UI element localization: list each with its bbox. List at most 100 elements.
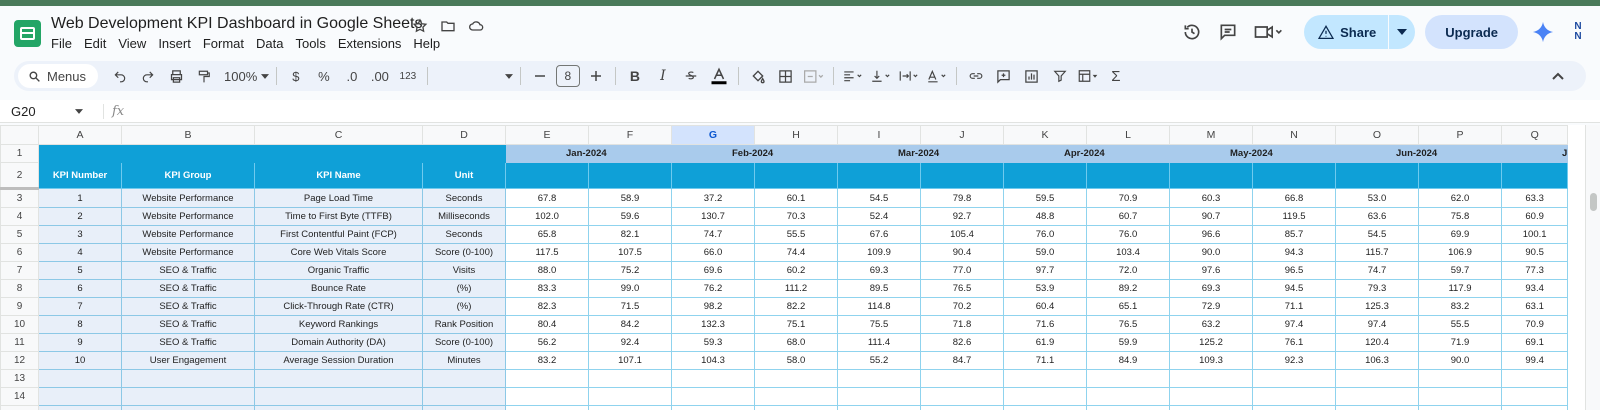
kpi-group-cell[interactable]: Website Performance	[121, 243, 255, 262]
value-cell[interactable]: 85.7	[1252, 225, 1336, 244]
empty-cell[interactable]	[588, 405, 672, 410]
row-number[interactable]: 4	[0, 207, 39, 226]
kpi-group-cell[interactable]: SEO & Traffic	[121, 279, 255, 298]
value-cell[interactable]: 89.2	[1086, 279, 1170, 298]
value-cell[interactable]: 59.5	[1003, 188, 1087, 208]
value-cell[interactable]: 98.2	[671, 297, 755, 316]
bold-icon[interactable]: B	[621, 63, 649, 89]
font-size-decrease-icon[interactable]	[526, 63, 554, 89]
value-cell[interactable]: 69.9	[1418, 225, 1502, 244]
unit-cell[interactable]: Rank Position	[422, 315, 506, 334]
value-cell[interactable]: 76.5	[1086, 315, 1170, 334]
unit-cell[interactable]: (%)	[422, 279, 506, 298]
empty-cell[interactable]	[1252, 405, 1336, 410]
fill-color-icon[interactable]	[744, 63, 772, 89]
header-band-cell[interactable]	[38, 144, 506, 163]
empty-cell[interactable]	[254, 369, 423, 388]
value-cell[interactable]: 60.1	[754, 188, 838, 208]
empty-cell[interactable]	[1003, 405, 1087, 410]
empty-cell[interactable]	[1252, 387, 1336, 406]
row-number[interactable]: 15	[0, 405, 39, 410]
empty-cell[interactable]	[121, 369, 255, 388]
header-cell[interactable]	[1086, 162, 1170, 189]
upgrade-button[interactable]: Upgrade	[1425, 15, 1518, 49]
vertical-align-icon[interactable]	[867, 63, 895, 89]
header-cell[interactable]	[1252, 162, 1336, 189]
value-cell[interactable]: 94.3	[1252, 243, 1336, 262]
empty-cell[interactable]	[837, 387, 921, 406]
empty-cell[interactable]	[1252, 369, 1336, 388]
value-cell[interactable]: 71.1	[1252, 297, 1336, 316]
value-cell[interactable]: 90.0	[1169, 243, 1253, 262]
italic-icon[interactable]: I	[649, 63, 677, 89]
value-cell[interactable]: 75.5	[837, 315, 921, 334]
value-cell[interactable]: 125.2	[1169, 333, 1253, 352]
value-cell[interactable]: 90.0	[1418, 351, 1502, 370]
kpi-number-cell[interactable]: 4	[38, 243, 122, 262]
header-cell[interactable]	[1003, 162, 1087, 189]
header-cell[interactable]	[588, 162, 672, 189]
value-cell[interactable]: 92.7	[920, 207, 1004, 226]
month-header[interactable]: Jan-2024	[505, 144, 672, 163]
empty-cell[interactable]	[837, 405, 921, 410]
value-cell[interactable]: 70.2	[920, 297, 1004, 316]
unit-cell[interactable]: Seconds	[422, 225, 506, 244]
menu-edit[interactable]: Edit	[84, 36, 106, 51]
value-cell[interactable]: 76.1	[1252, 333, 1336, 352]
value-cell[interactable]: 84.7	[920, 351, 1004, 370]
value-cell[interactable]: 66.8	[1252, 188, 1336, 208]
kpi-name-cell[interactable]: Time to First Byte (TTFB)	[254, 207, 423, 226]
sheet-table[interactable]: A B C D E F G H I J K L M N O P Q 1 Jan-…	[0, 125, 1569, 410]
value-cell[interactable]: 69.3	[1169, 279, 1253, 298]
value-cell[interactable]: 82.1	[588, 225, 672, 244]
merge-cells-icon[interactable]	[800, 63, 828, 89]
value-cell[interactable]: 77.0	[920, 261, 1004, 280]
vertical-scrollbar[interactable]	[1585, 125, 1600, 410]
month-header[interactable]: J	[1500, 144, 1569, 163]
menu-data[interactable]: Data	[256, 36, 283, 51]
value-cell[interactable]: 60.3	[1169, 188, 1253, 208]
sheets-logo-icon[interactable]	[14, 20, 41, 47]
empty-cell[interactable]	[422, 405, 506, 410]
empty-cell[interactable]	[754, 369, 838, 388]
increase-decimal-button[interactable]: .00	[366, 63, 394, 89]
value-cell[interactable]: 97.7	[1003, 261, 1087, 280]
column-header[interactable]: M	[1169, 125, 1253, 145]
value-cell[interactable]: 111.2	[754, 279, 838, 298]
value-cell[interactable]: 72.0	[1086, 261, 1170, 280]
menu-insert[interactable]: Insert	[158, 36, 191, 51]
kpi-group-header[interactable]: KPI Group	[121, 162, 255, 189]
empty-cell[interactable]	[754, 387, 838, 406]
unit-cell[interactable]: Seconds	[422, 188, 506, 208]
unit-cell[interactable]: Score (0-100)	[422, 243, 506, 262]
value-cell[interactable]: 75.8	[1418, 207, 1502, 226]
row-number[interactable]: 8	[0, 279, 39, 298]
value-cell[interactable]: 89.5	[837, 279, 921, 298]
value-cell[interactable]: 76.2	[671, 279, 755, 298]
row-number[interactable]: 2	[0, 162, 39, 190]
percent-format-button[interactable]: %	[310, 63, 338, 89]
empty-cell[interactable]	[671, 369, 755, 388]
menu-help[interactable]: Help	[413, 36, 440, 51]
value-cell[interactable]: 66.0	[671, 243, 755, 262]
header-cell[interactable]	[1418, 162, 1502, 189]
empty-cell[interactable]	[422, 369, 506, 388]
empty-cell[interactable]	[38, 369, 122, 388]
empty-cell[interactable]	[121, 387, 255, 406]
kpi-name-cell[interactable]: Organic Traffic	[254, 261, 423, 280]
value-cell[interactable]: 60.7	[1086, 207, 1170, 226]
empty-cell[interactable]	[671, 405, 755, 410]
move-folder-icon[interactable]	[439, 17, 457, 35]
kpi-number-cell[interactable]: 10	[38, 351, 122, 370]
empty-cell[interactable]	[121, 405, 255, 410]
header-cell[interactable]	[1169, 162, 1253, 189]
value-cell[interactable]: 94.5	[1252, 279, 1336, 298]
value-cell[interactable]: 83.3	[505, 279, 589, 298]
kpi-number-cell[interactable]: 3	[38, 225, 122, 244]
kpi-group-cell[interactable]: User Engagement	[121, 351, 255, 370]
redo-icon[interactable]	[134, 63, 162, 89]
value-cell[interactable]: 70.9	[1086, 188, 1170, 208]
kpi-name-cell[interactable]: Average Session Duration	[254, 351, 423, 370]
value-cell[interactable]: 59.0	[1003, 243, 1087, 262]
menu-file[interactable]: File	[51, 36, 72, 51]
